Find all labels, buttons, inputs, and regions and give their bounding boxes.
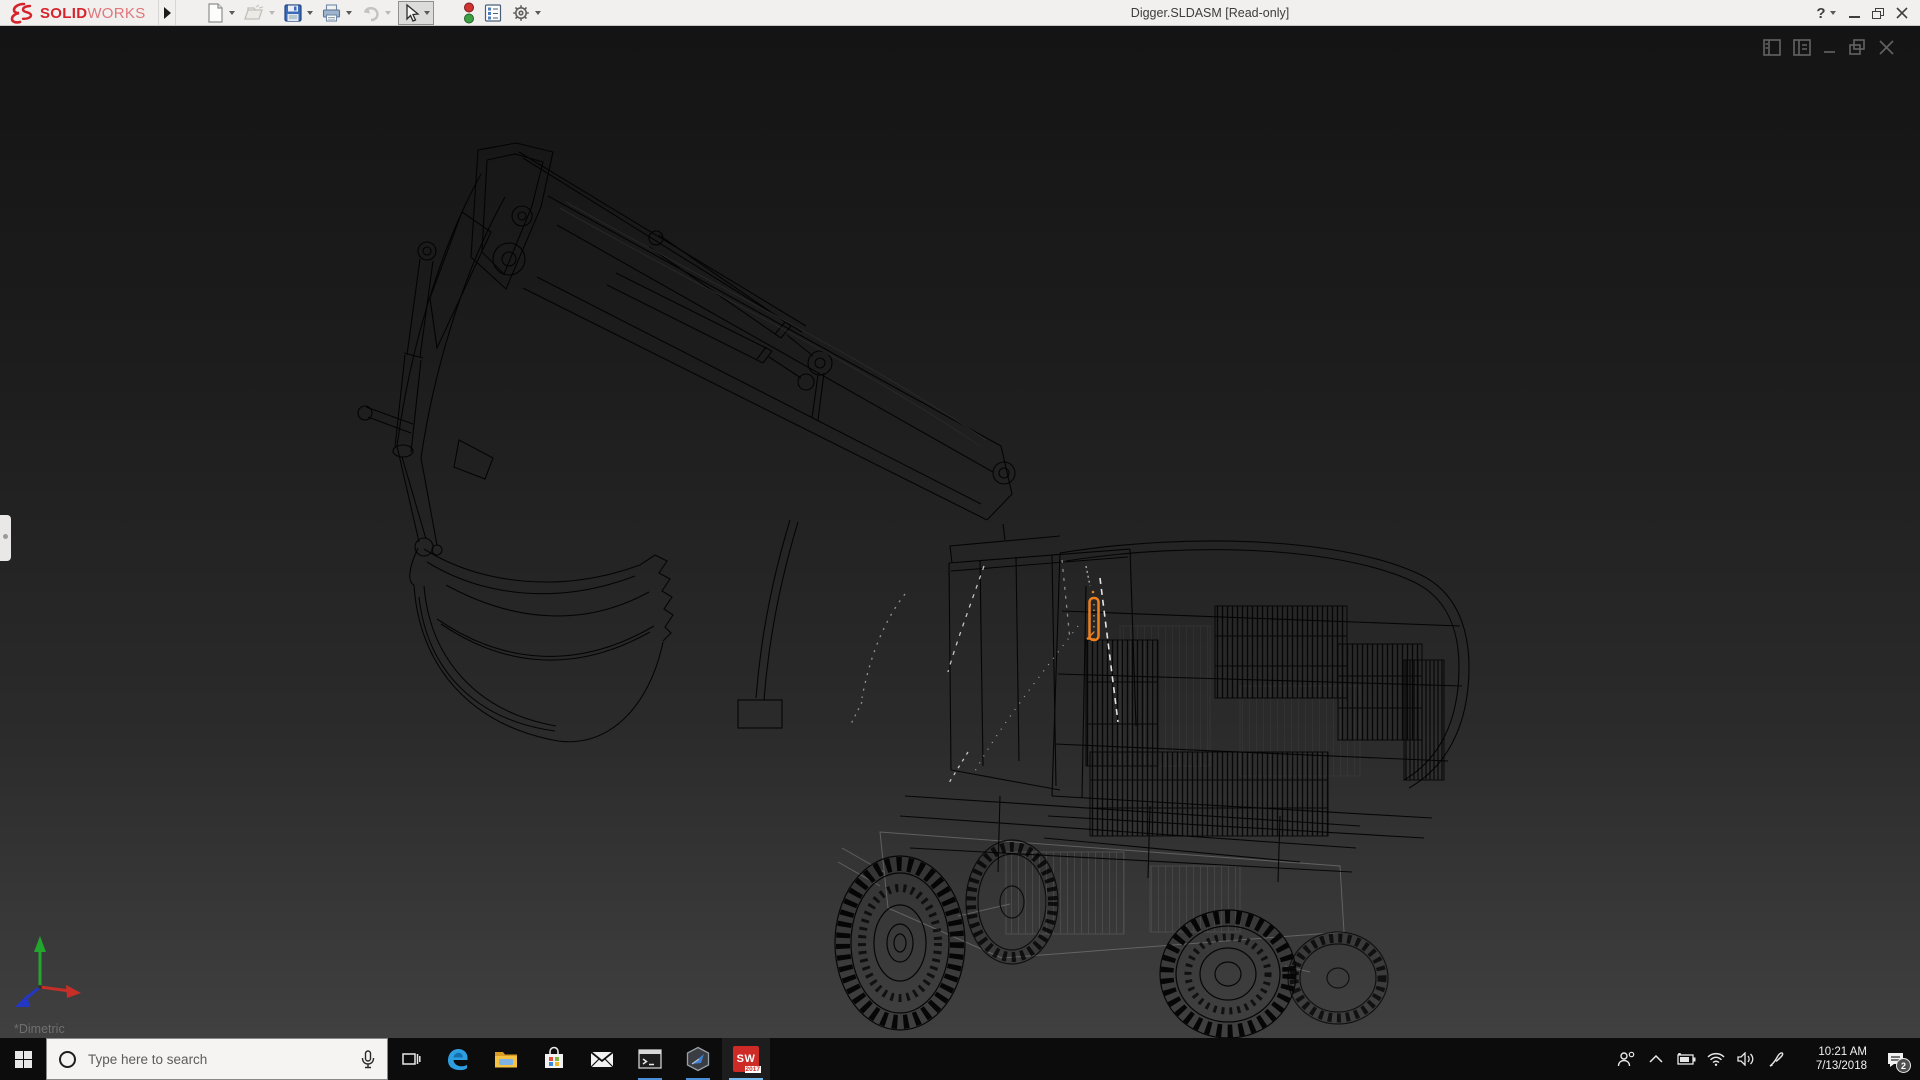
print-dropdown[interactable] [346,11,352,15]
battery-charging-icon [1677,1053,1696,1065]
minimize-icon [1848,16,1860,18]
undo-dropdown [385,11,391,15]
window-controls: ? [1812,0,1914,26]
mail-icon [590,1051,614,1068]
pen-icon [1769,1051,1784,1067]
close-button[interactable] [1890,1,1914,25]
taskbar-app-file-explorer[interactable] [482,1038,530,1080]
undo-button [359,1,392,25]
assembly-wireframe [15,142,1470,1038]
pane-toggle-icon [1763,39,1781,56]
windows-logo-icon [14,1050,32,1068]
clock[interactable]: 10:21 AM 7/13/2018 [1797,1045,1867,1073]
save-icon [284,4,302,22]
doc-restore-icon [1849,39,1865,55]
title-bar: SOLID WORKS Digger.SLDASM [Read-only] ? [0,0,1920,26]
help-button[interactable]: ? [1812,1,1830,25]
search-box[interactable]: Type here to search [46,1038,388,1080]
action-center-button[interactable]: 2 [1875,1038,1915,1080]
save-button[interactable] [282,1,314,25]
doc-close-icon [1879,40,1894,55]
document-title: Digger.SLDASM [Read-only] [1130,6,1290,20]
select-cursor-icon [406,3,420,22]
people-button[interactable] [1611,1038,1641,1080]
file-properties-icon [484,4,502,22]
taskbar-app-command-prompt[interactable] [626,1038,674,1080]
taskbar-apps: SW 2017 [434,1038,770,1080]
help-dropdown[interactable] [1830,11,1836,15]
new-document-dropdown[interactable] [229,11,235,15]
minimize-button[interactable] [1842,1,1866,25]
open-dropdown [269,11,275,15]
taskbar-app-mail[interactable] [578,1038,626,1080]
featuremanager-tab-dot-icon [2,534,8,539]
open-icon [244,4,264,20]
select-tool-button[interactable] [398,1,434,25]
quick-access-toolbar [205,0,548,26]
edge-icon [448,1049,468,1071]
task-view-button[interactable] [388,1038,434,1080]
rebuild-button[interactable] [462,1,476,25]
restore-button[interactable] [1866,1,1890,25]
document-window-controls[interactable] [1762,36,1912,60]
store-icon [545,1046,563,1068]
solidworks-taskbar-icon: SW 2017 [733,1046,761,1073]
taskbar-app-store[interactable] [530,1038,578,1080]
windows-taskbar: Type here to search SW 2017 10:21 AM 7/1… [0,1038,1920,1080]
pane-toggle-icon-2 [1793,39,1811,56]
menu-flyout-button[interactable] [158,0,176,25]
clock-date: 7/13/2018 [1815,1060,1867,1072]
battery-button[interactable] [1671,1038,1701,1080]
viewer-hexagon-icon [686,1046,710,1072]
taskbar-app-viewer[interactable] [674,1038,722,1080]
print-icon [322,4,341,22]
tray-overflow-button[interactable] [1641,1038,1671,1080]
wifi-icon [1707,1052,1725,1066]
restore-icon [1872,7,1884,19]
rebuild-stoplight-icon [464,2,474,24]
command-prompt-icon [638,1049,662,1069]
microphone-icon[interactable] [361,1049,375,1069]
solidworks-window: SOLID WORKS Digger.SLDASM [Read-only] ? … [0,0,1920,1080]
pen-button[interactable] [1761,1038,1791,1080]
featuremanager-collapsed-tab[interactable] [0,515,11,561]
save-dropdown[interactable] [307,11,313,15]
file-properties-button[interactable] [482,1,504,25]
close-icon [1896,7,1908,19]
orientation-triad [15,936,81,1007]
cortana-icon [59,1050,76,1068]
solidworks-logo-icon [10,2,33,24]
taskbar-app-edge[interactable] [434,1038,482,1080]
file-explorer-icon [495,1052,517,1068]
taskbar-app-solidworks[interactable]: SW 2017 [722,1038,770,1080]
task-view-icon [402,1053,421,1065]
options-gear-icon [513,5,529,21]
print-button[interactable] [320,1,353,25]
clock-time: 10:21 AM [1818,1046,1867,1058]
open-button[interactable] [242,1,276,25]
logo-text-solid: SOLID [40,4,88,22]
volume-button[interactable] [1731,1038,1761,1080]
flyout-arrow-icon [163,6,171,19]
start-button[interactable] [0,1038,46,1080]
notification-count-badge: 2 [1896,1058,1911,1073]
speaker-icon [1737,1052,1754,1066]
undo-icon [363,7,379,22]
graphics-area[interactable]: *Dimetric [0,26,1920,1038]
solidworks-logo: SOLID WORKS [10,2,146,24]
new-document-button[interactable] [205,1,236,25]
selected-component[interactable] [1086,590,1100,642]
new-document-icon [208,3,223,23]
system-tray: 10:21 AM 7/13/2018 2 [1611,1038,1920,1080]
options-dropdown[interactable] [535,11,541,15]
view-orientation-label: *Dimetric [14,1022,65,1036]
search-placeholder: Type here to search [88,1051,208,1067]
people-icon [1617,1051,1634,1066]
options-button[interactable] [510,1,542,25]
logo-text-works: WORKS [87,4,146,22]
network-button[interactable] [1701,1038,1731,1080]
select-tool-dropdown[interactable] [424,11,430,15]
chevron-up-icon [1649,1055,1663,1063]
sketch-lines [849,559,1119,787]
